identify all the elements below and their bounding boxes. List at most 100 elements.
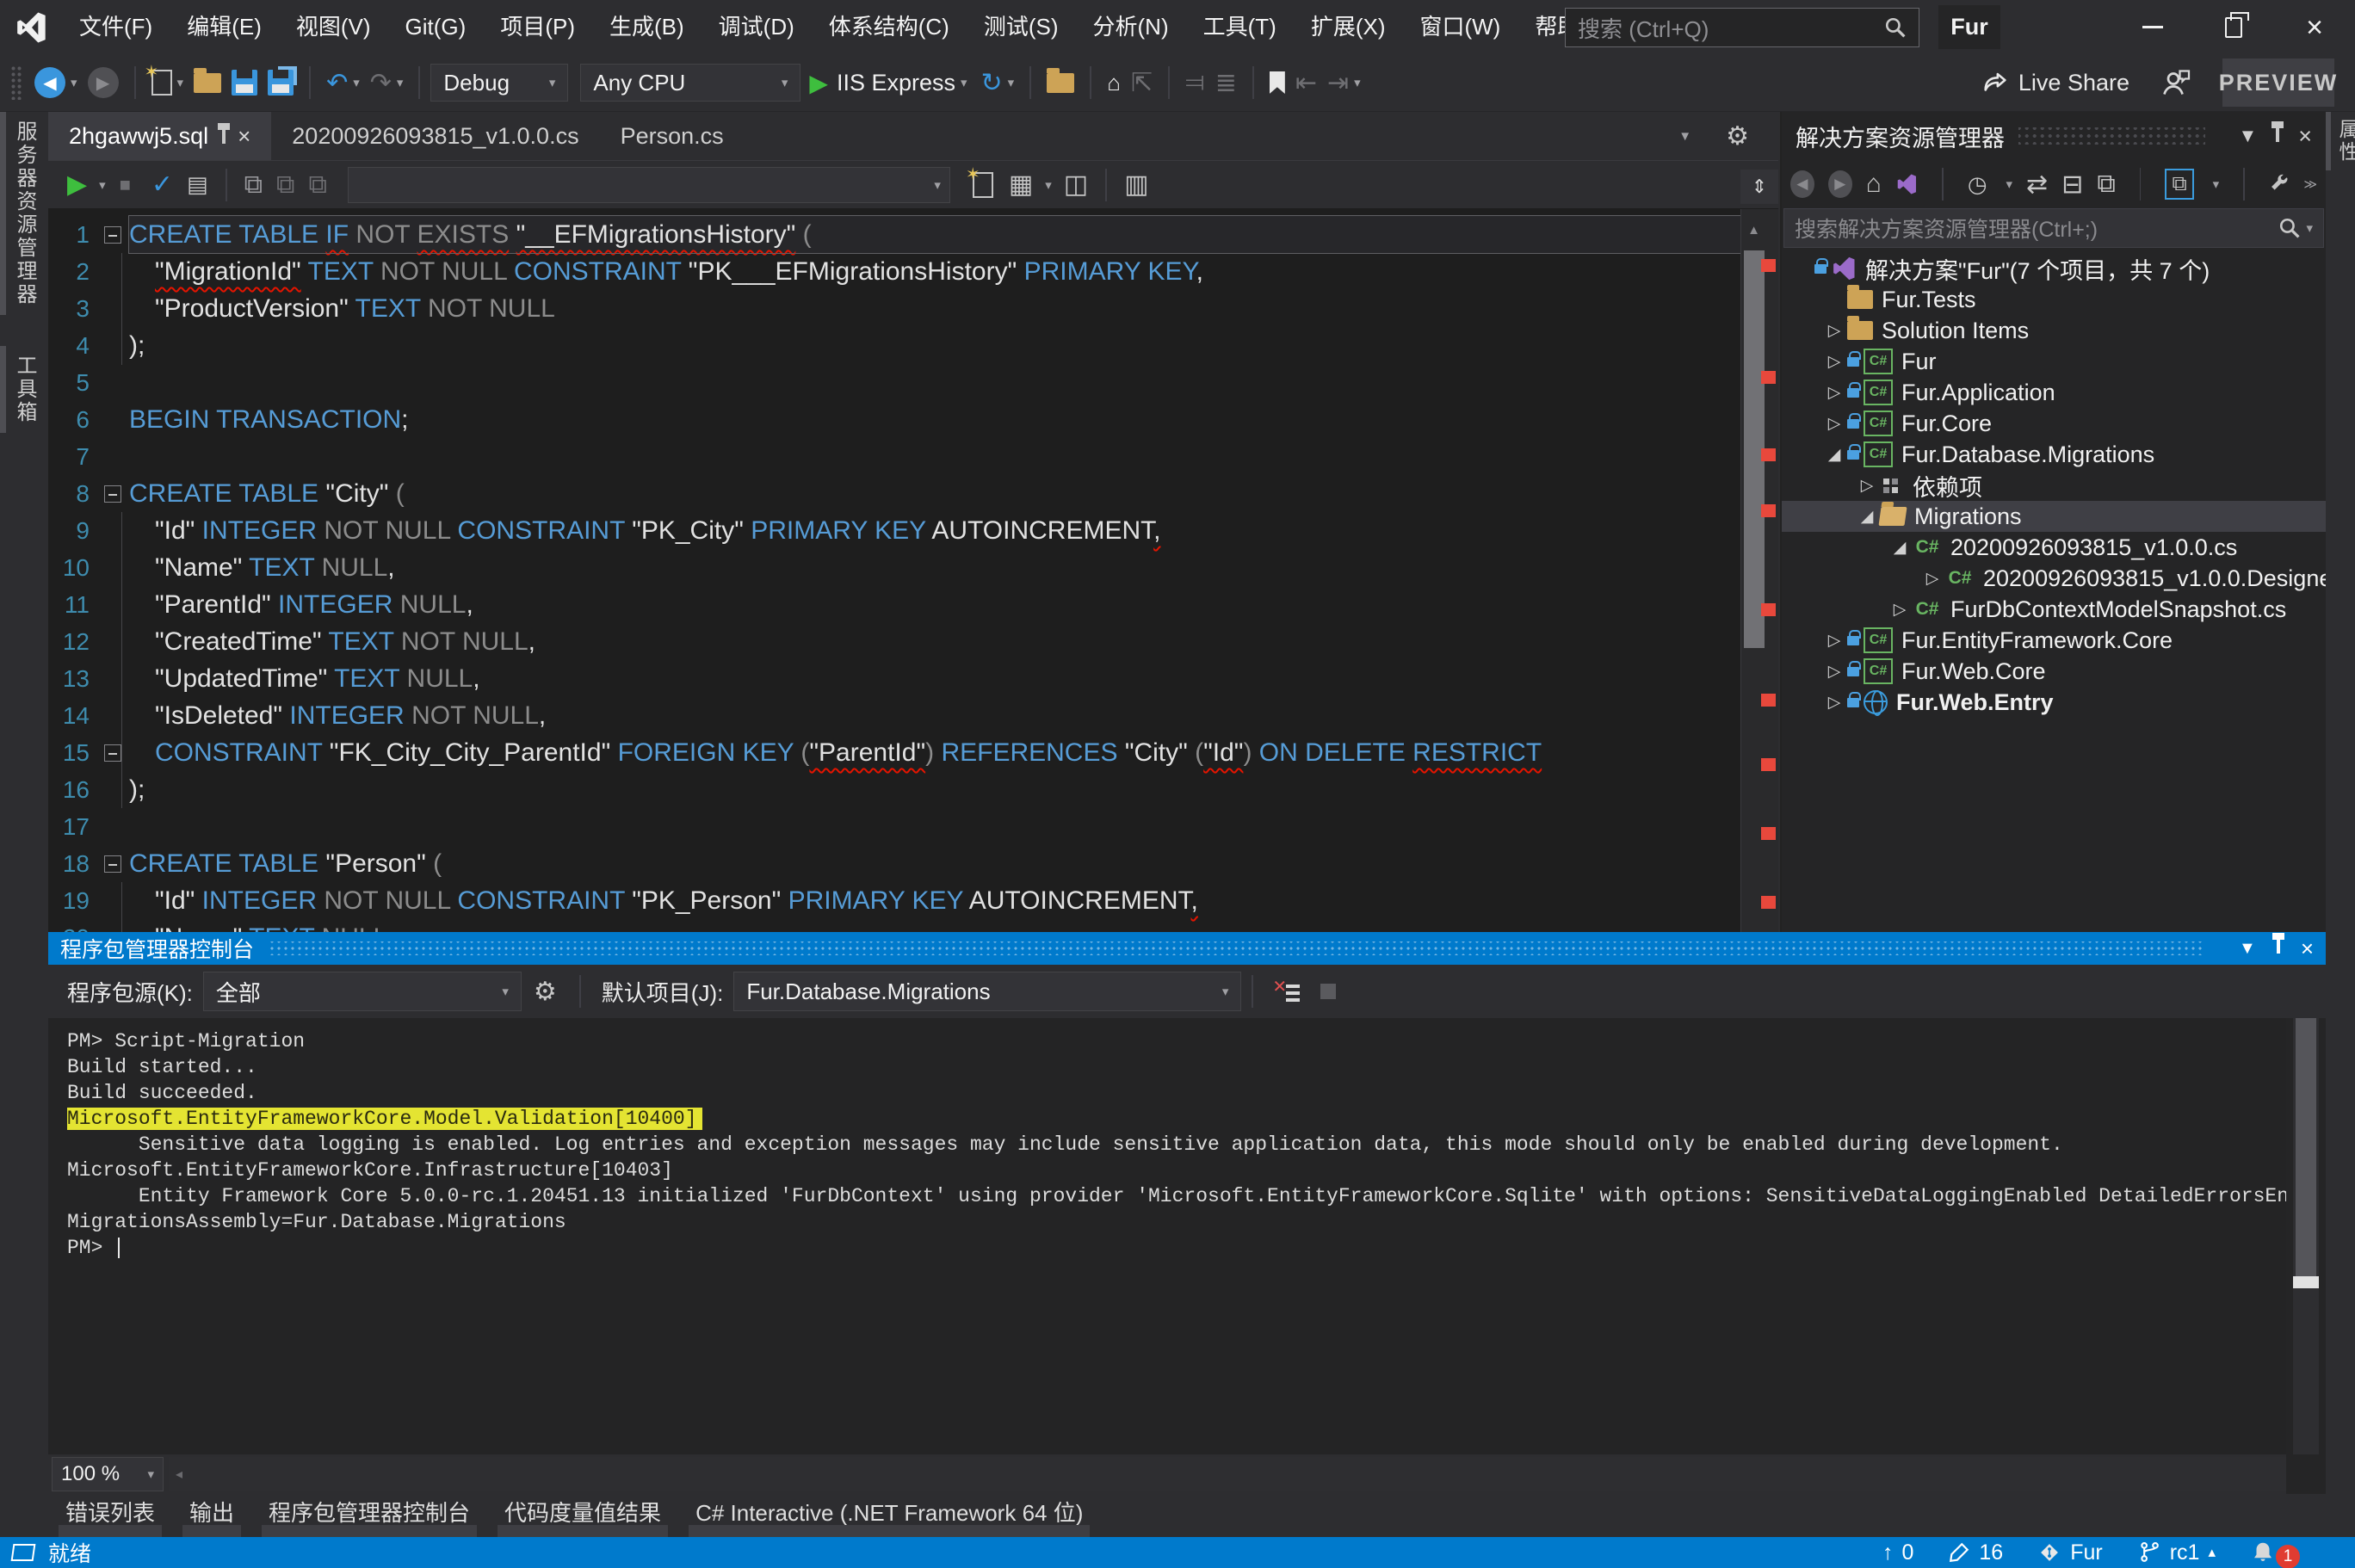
side-tab-toolbox[interactable]: 工具箱 [0,346,46,433]
code-line[interactable]: 8CREATE TABLE "City" ( [48,475,1740,512]
fold-collapse-icon[interactable] [104,485,121,503]
menu-item[interactable]: 文件(F) [62,0,170,54]
git-push-status[interactable]: ↑0 [1882,1540,1913,1565]
close-tab-icon[interactable]: × [238,123,250,150]
zoom-dropdown[interactable]: 100 %▾ [52,1457,164,1491]
menu-item[interactable]: 视图(V) [279,0,388,54]
menu-item[interactable]: 工具(T) [1186,0,1294,54]
chevron-collapsed-icon[interactable]: ▷ [1919,569,1945,589]
save-all-button[interactable] [268,70,294,96]
chevron-down-icon[interactable]: ▼ [1678,129,1691,144]
code-line[interactable]: 13"UpdatedTime" TEXT NULL, [48,660,1740,697]
side-tab-server-explorer[interactable]: 服务器资源管理器 [0,112,46,315]
home-icon[interactable]: ⌂ [1866,170,1882,199]
close-button[interactable]: × [2274,0,2355,54]
menu-item[interactable]: 窗口(W) [1402,0,1517,54]
code-line[interactable]: 20"Name" TEXT NULL, [48,919,1740,932]
sync-icon[interactable]: ⇄ [2026,170,2048,200]
code-line[interactable]: 10"Name" TEXT NULL, [48,549,1740,586]
drag-handle[interactable] [2018,127,2205,145]
tree-item[interactable]: ▷Fur.Web.Core [1782,656,2326,687]
pin-icon[interactable] [2276,125,2279,147]
window-menu-icon[interactable]: ▼ [2239,939,2256,959]
menu-item[interactable]: 分析(N) [1076,0,1186,54]
toggle-bookmark-button[interactable] [1270,71,1285,94]
new-query-icon[interactable] [973,172,993,198]
chevron-collapsed-icon[interactable]: ▷ [1821,352,1847,372]
preview-button[interactable]: PREVIEW [2222,59,2334,107]
switch-views-icon[interactable] [1895,171,1918,197]
navigate-back-button[interactable]: ◀▾ [34,67,77,98]
refresh-icon[interactable]: ⊟ [2061,170,2083,200]
menu-item[interactable]: 测试(S) [967,0,1076,54]
fold-column[interactable] [96,216,129,253]
close-panel-icon[interactable]: × [2301,935,2314,962]
fold-collapse-icon[interactable] [104,855,121,873]
code-line[interactable]: 4); [48,327,1740,364]
menu-item[interactable]: 生成(B) [592,0,702,54]
code-line[interactable]: 19"Id" INTEGER NOT NULL CONSTRAINT "PK_P… [48,882,1740,919]
properties-wrench-icon[interactable] [2269,172,2290,196]
pin-icon[interactable] [222,123,226,150]
tree-item[interactable]: ▷Fur.Application [1782,377,2326,408]
estimated-plan-icon[interactable]: ▥ [1124,170,1148,200]
notifications-button[interactable]: 1 [2250,1536,2300,1568]
tree-item[interactable]: ▷Fur.EntityFramework.Core [1782,625,2326,656]
window-menu-icon[interactable]: ▼ [2238,125,2257,147]
code-line[interactable]: 2"MigrationId" TEXT NOT NULL CONSTRAINT … [48,253,1740,290]
clear-console-icon[interactable] [1276,981,1300,1002]
default-project-dropdown[interactable]: Fur.Database.Migrations▾ [733,972,1241,1011]
disconnect-icon[interactable]: ⧉ [276,170,294,200]
menu-item[interactable]: 体系结构(C) [812,0,967,54]
execute-icon[interactable]: ▶ [67,170,87,200]
chevron-collapsed-icon[interactable]: ▷ [1854,476,1880,496]
fold-column[interactable] [96,475,129,512]
code-line[interactable]: 9"Id" INTEGER NOT NULL CONSTRAINT "PK_Ci… [48,512,1740,549]
bottom-tab[interactable]: 输出 [172,1494,251,1537]
code-area[interactable]: 1CREATE TABLE IF NOT EXISTS "__EFMigrati… [48,209,1740,932]
tree-item[interactable]: ▷Solution Items [1782,315,2326,346]
script-file-icon[interactable]: ▤ [187,171,208,198]
refresh-button[interactable]: ↻▾ [981,68,1015,98]
parse-check-icon[interactable]: ✓ [151,170,173,200]
tree-item[interactable]: Fur.Tests [1782,284,2326,315]
gear-icon[interactable]: ⚙ [534,977,557,1007]
code-line[interactable]: 14"IsDeleted" INTEGER NOT NULL, [48,697,1740,734]
collapse-all-icon[interactable]: ⧉ [2097,170,2115,199]
code-line[interactable]: 1CREATE TABLE IF NOT EXISTS "__EFMigrati… [48,216,1740,253]
menu-item[interactable]: Git(G) [388,0,484,54]
bottom-tab[interactable]: C# Interactive (.NET Framework 64 位) [678,1494,1100,1537]
console-scrollbar[interactable] [2293,1018,2319,1454]
chevron-collapsed-icon[interactable]: ▷ [1821,662,1847,682]
indent-decrease-button[interactable]: ⫤ [1185,68,1205,97]
fold-collapse-icon[interactable] [104,226,121,244]
chevron-collapsed-icon[interactable]: ▷ [1821,631,1847,651]
open-file-button[interactable] [194,73,221,93]
code-line[interactable]: 7 [48,438,1740,475]
console-output[interactable]: PM> Script-MigrationBuild started...Buil… [48,1018,2286,1454]
chevron-collapsed-icon[interactable]: ▷ [1821,321,1847,341]
drag-handle[interactable] [268,941,2204,955]
solution-search-input[interactable]: 搜索解决方案资源管理器(Ctrl+;) ▾ [1783,208,2324,248]
code-line[interactable]: 3"ProductVersion" TEXT NOT NULL [48,290,1740,327]
connect-icon[interactable]: ⧉ [244,170,263,200]
package-source-dropdown[interactable]: 全部▾ [203,972,522,1011]
code-line[interactable]: 17 [48,808,1740,845]
horizontal-scrollbar[interactable]: ◂ [169,1457,2286,1491]
document-tab[interactable]: Person.cs [600,112,745,160]
close-panel-icon[interactable]: × [2298,123,2312,150]
tree-item[interactable]: ◢20200926093815_v1.0.0.cs [1782,532,2326,563]
code-line[interactable]: 16); [48,771,1740,808]
menu-item[interactable]: 项目(P) [483,0,592,54]
document-tab[interactable]: 20200926093815_v1.0.0.cs [271,112,599,160]
split-editor-handle[interactable]: ⇕ [1740,170,1778,204]
console-titlebar[interactable]: 程序包管理器控制台 ▼ × [48,932,2326,965]
back-icon[interactable]: ◀ [1790,170,1814,198]
tree-item[interactable]: ▷20200926093815_v1.0.0.Designer.cs [1782,563,2326,594]
bottom-tab[interactable]: 错误列表 [48,1494,172,1537]
fold-column[interactable] [96,734,129,771]
document-tab[interactable]: 2hgawwj5.sql× [48,112,271,160]
new-file-button[interactable]: ▾ [151,70,184,96]
bottom-tab[interactable]: 代码度量值结果 [487,1494,678,1537]
solution-explorer-titlebar[interactable]: 解决方案资源管理器 ▼ × [1782,112,2326,160]
